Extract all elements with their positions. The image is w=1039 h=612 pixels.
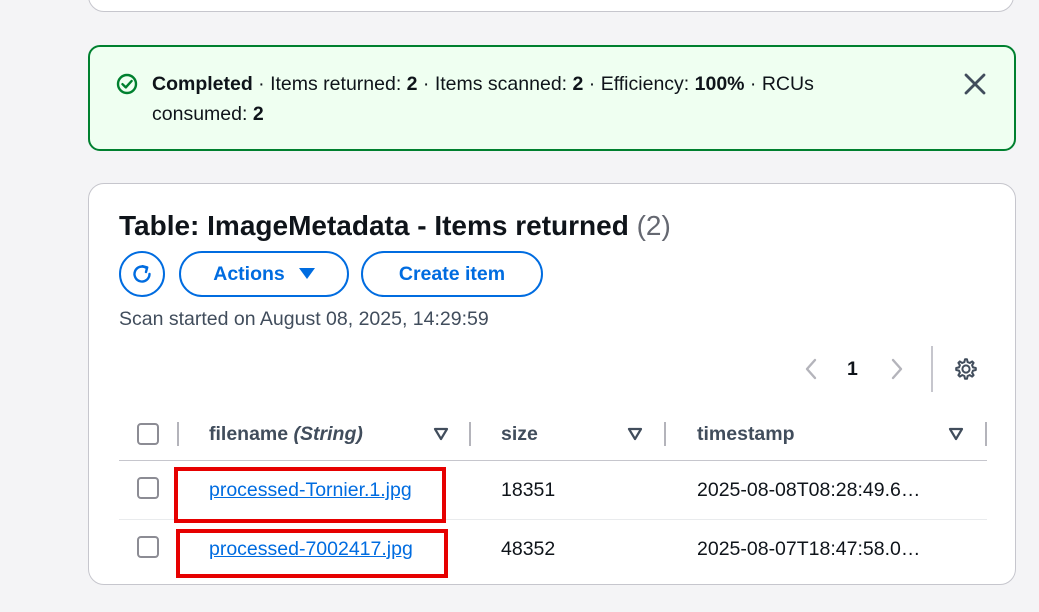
timestamp-cell: 2025-08-07T18:47:58.0… xyxy=(697,538,921,560)
results-title: Table: ImageMetadata - Items returned (2… xyxy=(119,210,671,241)
timestamp-cell: 2025-08-08T08:28:49.6… xyxy=(697,479,921,501)
chevron-right-icon[interactable] xyxy=(889,357,905,381)
current-page-number[interactable]: 1 xyxy=(847,356,858,382)
rcus-consumed-value: 2 xyxy=(252,103,264,125)
column-divider xyxy=(664,422,666,446)
column-header-filename[interactable]: filename (String) xyxy=(209,421,363,447)
success-flash-banner: Completed · Items returned: 2 · Items sc… xyxy=(88,45,1016,151)
create-item-button[interactable]: Create item xyxy=(361,251,543,297)
items-table: filename (String) size timestamp process… xyxy=(119,410,987,578)
previous-panel xyxy=(88,0,1014,12)
size-cell: 48352 xyxy=(501,538,556,560)
actions-dropdown-button[interactable]: Actions xyxy=(179,251,349,297)
column-header-timestamp[interactable]: timestamp xyxy=(697,421,795,447)
items-results-container: Table: ImageMetadata - Items returned (2… xyxy=(88,183,1016,585)
success-check-icon xyxy=(116,73,138,95)
pagination-divider xyxy=(931,346,933,392)
select-all-checkbox[interactable] xyxy=(137,423,159,445)
results-count: (2) xyxy=(636,210,671,241)
row-checkbox[interactable] xyxy=(137,536,159,558)
gear-icon[interactable] xyxy=(953,356,979,382)
table-header: filename (String) size timestamp xyxy=(119,410,987,461)
sort-icon[interactable] xyxy=(948,427,964,441)
row-checkbox[interactable] xyxy=(137,477,159,499)
refresh-icon xyxy=(133,265,151,283)
items-returned-value: 2 xyxy=(406,73,418,95)
table-row: processed-Tornier.1.jpg 18351 2025-08-08… xyxy=(119,461,987,523)
caret-down-icon xyxy=(298,268,315,279)
sort-icon[interactable] xyxy=(627,427,643,441)
column-divider xyxy=(985,422,987,446)
pagination: 1 xyxy=(795,344,1015,394)
items-scanned-value: 2 xyxy=(572,73,584,95)
column-divider xyxy=(469,422,471,446)
column-header-size[interactable]: size xyxy=(501,421,538,447)
filename-link[interactable]: processed-7002417.jpg xyxy=(209,536,413,562)
close-icon[interactable] xyxy=(962,71,988,97)
efficiency-value: 100% xyxy=(694,73,745,95)
size-cell: 18351 xyxy=(501,479,556,501)
column-divider xyxy=(177,422,179,446)
filename-link[interactable]: processed-Tornier.1.jpg xyxy=(209,477,412,503)
flash-message: Completed · Items returned: 2 · Items sc… xyxy=(152,73,814,125)
flash-status: Completed xyxy=(152,73,253,95)
sort-icon[interactable] xyxy=(433,427,449,441)
scan-started-text: Scan started on August 08, 2025, 14:29:5… xyxy=(119,308,489,330)
table-row: processed-7002417.jpg 48352 2025-08-07T1… xyxy=(119,520,987,578)
refresh-button[interactable] xyxy=(119,251,165,297)
chevron-left-icon[interactable] xyxy=(803,357,819,381)
